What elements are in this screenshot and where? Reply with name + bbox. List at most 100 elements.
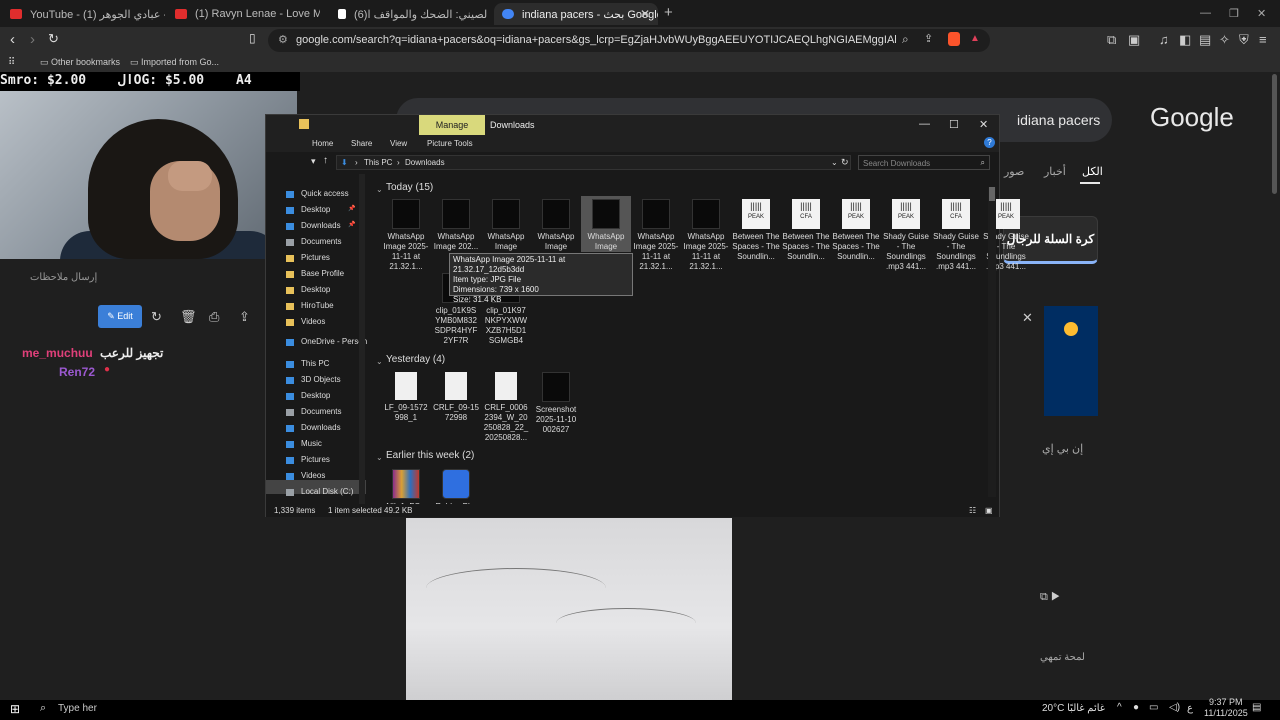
file-item[interactable]: WhatsApp Image	[531, 196, 581, 252]
file-item[interactable]: CRLF_0006 2394_W_20 250828_22_ 20250828.…	[481, 369, 531, 443]
collapse-chevron-icon[interactable]: ⌄	[376, 185, 383, 194]
nav-scrollbar[interactable]	[359, 174, 365, 504]
edit-button[interactable]: ✎ Edit	[98, 305, 142, 328]
microphone-icon[interactable]: ●	[1133, 702, 1139, 713]
taskbar-search-input[interactable]: Type her	[58, 703, 97, 714]
explorer-search-input[interactable]: Search Downloads ⌕	[858, 155, 990, 170]
volume-icon[interactable]: ◁)	[1169, 702, 1180, 713]
new-tab-icon[interactable]: +	[664, 4, 673, 21]
tab-google-search[interactable]: indiana pacers - بحث Google	[494, 3, 658, 25]
group-today[interactable]: Today (15)	[386, 182, 433, 193]
file-item[interactable]: Screenshot 2025-11-10 002627	[531, 369, 581, 435]
bookmark-other[interactable]: ▭ Other bookmarks	[40, 57, 120, 68]
manage-tab[interactable]: Manage	[419, 115, 485, 135]
ribbon-home[interactable]: Home	[312, 139, 333, 148]
google-tab-news[interactable]: أخبار	[1044, 165, 1066, 178]
nav-item[interactable]: Pictures	[301, 253, 330, 262]
file-item[interactable]: WhatsApp Image	[481, 196, 531, 252]
file-item[interactable]: ||||| CFA Shady Guise - The Soundlings .mp…	[931, 196, 981, 272]
nav-item[interactable]: Pictures	[301, 455, 330, 464]
menu-icon[interactable]: ≡	[1259, 32, 1267, 47]
file-item[interactable]: WhatsApp Image 2025-11-11 at 21.32.1...	[631, 196, 681, 272]
tab-tiktok[interactable]: (6)الشعب الصيني: الضحك والمواقف ا...	[338, 3, 488, 25]
file-item[interactable]: ||||| PEAK Between The Spaces - The Soundl…	[731, 196, 781, 262]
file-item[interactable]: WhatsApp Image 2025-11-11 at 21.32.1...	[681, 196, 731, 272]
back-icon[interactable]: ‹	[10, 31, 15, 48]
file-item[interactable]: WhatsApp Image 2025-11-11 at 21.32.1...	[381, 196, 431, 272]
sidebar-icon[interactable]: ◧	[1179, 32, 1191, 48]
pin-icon[interactable]: 📌	[348, 221, 355, 228]
nav-item[interactable]: Documents	[301, 407, 341, 416]
ribbon-picture-tools[interactable]: Picture Tools	[427, 139, 473, 148]
scroll-thumb[interactable]	[989, 187, 995, 201]
search-icon[interactable]: ⌕	[40, 702, 46, 715]
file-item[interactable]: WhatsApp Image 202...	[431, 196, 481, 252]
url-text[interactable]: google.com/search?q=idiana+pacers&oq=idi…	[296, 34, 896, 46]
brave-shields-icon[interactable]	[948, 32, 960, 46]
maximize-icon[interactable]: ☐	[949, 118, 959, 131]
input-language[interactable]: ع	[1187, 703, 1193, 714]
file-item[interactable]: WhatsApp Image	[581, 196, 631, 252]
nav-item[interactable]: Desktop	[301, 285, 330, 294]
ribbon-view[interactable]: View	[390, 139, 407, 148]
notifications-icon[interactable]: ▤	[1252, 702, 1261, 713]
nav-item[interactable]: Base Profile	[301, 269, 344, 278]
close-tab-icon[interactable]: ✕	[640, 7, 650, 21]
close-icon[interactable]: ✕	[979, 118, 988, 131]
restore-icon[interactable]: ❐	[1229, 7, 1239, 20]
nav-item[interactable]: Downloads	[301, 423, 341, 432]
file-item[interactable]: ||||| CFA Between The Spaces - The Soundli…	[781, 196, 831, 262]
search-icon[interactable]: ⌕	[902, 32, 909, 47]
collapse-chevron-icon[interactable]: ⌄	[376, 453, 383, 462]
nav-item[interactable]: Desktop	[301, 205, 330, 214]
clock-date[interactable]: 11/11/2025	[1204, 708, 1248, 718]
nav-item[interactable]: Local Disk (C:)	[301, 487, 353, 496]
vpn-icon[interactable]: ⛨	[1239, 32, 1249, 48]
extensions-icon[interactable]: ⧉	[1107, 32, 1116, 48]
site-info-icon[interactable]: ⚙	[278, 33, 288, 46]
nav-item[interactable]: OneDrive - Person	[301, 337, 367, 346]
back-dropdown-icon[interactable]: ▾	[311, 156, 316, 167]
pin-icon[interactable]: 📌	[348, 205, 355, 212]
file-item[interactable]: LF_09-1572 998_1	[381, 369, 431, 423]
reload-icon[interactable]: ↻	[48, 31, 59, 47]
group-earlier[interactable]: Earlier this week (2)	[386, 450, 474, 461]
brave-rewards-icon[interactable]: ▲	[970, 33, 980, 44]
path-this-pc[interactable]: This PC	[364, 158, 392, 167]
file-item[interactable]: ||||| PEAK Shady Guise - The Soundlings .m…	[881, 196, 931, 272]
clock-time[interactable]: 9:37 PM	[1209, 697, 1243, 707]
share-icon[interactable]: ⇪	[924, 32, 933, 45]
nav-item[interactable]: Desktop	[301, 391, 330, 400]
file-item[interactable]: ||||| PEAK Between The Spaces - The Soundl…	[831, 196, 881, 262]
refresh-icon[interactable]: ↻	[841, 157, 849, 168]
windows-start-icon[interactable]: ⊞	[10, 702, 20, 716]
google-tab-all[interactable]: الكل	[1082, 165, 1103, 178]
group-yesterday[interactable]: Yesterday (4)	[386, 354, 445, 365]
nav-item[interactable]: Downloads	[301, 221, 341, 230]
forward-icon[interactable]: ›	[30, 31, 35, 48]
nav-item[interactable]: Quick access	[301, 189, 349, 198]
rotate-icon[interactable]: ↻	[151, 309, 162, 325]
path-downloads[interactable]: Downloads	[405, 158, 445, 167]
chevron-up-icon[interactable]: ^	[1117, 702, 1122, 713]
weather-widget[interactable]: 20°C غائم غالبًا	[1042, 703, 1105, 714]
nav-item[interactable]: This PC	[301, 359, 329, 368]
up-icon[interactable]: ↑	[323, 155, 328, 166]
google-tab-images[interactable]: صور	[1004, 165, 1024, 178]
tab-youtube-1[interactable]: YouTube - قالو ترى - عبادي الجوهر (1)	[10, 3, 165, 25]
help-icon[interactable]: ?	[984, 137, 995, 148]
nav-item[interactable]: Documents	[301, 237, 341, 246]
send-feedback-label[interactable]: إرسال ملاحظات	[30, 272, 97, 283]
address-bar[interactable]: ⚙ google.com/search?q=idiana+pacers&oq=i…	[268, 29, 990, 52]
google-query[interactable]: idiana pacers	[1017, 112, 1100, 128]
network-icon[interactable]: ▭	[1149, 702, 1158, 713]
close-window-icon[interactable]: ✕	[1257, 7, 1266, 20]
minimize-icon[interactable]: —	[1200, 7, 1211, 19]
bookmark-imported[interactable]: ▭ Imported from Go...	[130, 57, 219, 68]
bookmark-icon[interactable]: ▯	[249, 31, 256, 45]
minimize-icon[interactable]: —	[919, 118, 930, 130]
page-scrollbar[interactable]	[1272, 74, 1277, 194]
ribbon-share[interactable]: Share	[351, 139, 372, 148]
file-item[interactable]: CRLF_09-15 72998	[431, 369, 481, 423]
tab-youtube-2[interactable]: (1) Ravyn Lenae - Love Me Not (	[175, 3, 320, 25]
